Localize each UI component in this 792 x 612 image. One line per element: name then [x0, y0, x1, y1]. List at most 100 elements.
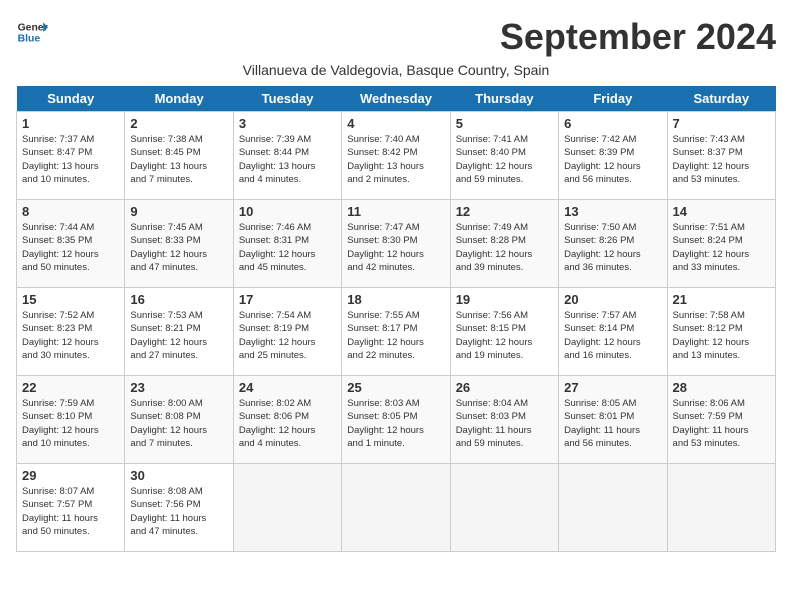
day-info: Sunrise: 8:07 AM Sunset: 7:57 PM Dayligh… [22, 485, 119, 538]
calendar-day: 18 Sunrise: 7:55 AM Sunset: 8:17 PM Dayli… [342, 288, 450, 376]
day-info: Sunrise: 8:08 AM Sunset: 7:56 PM Dayligh… [130, 485, 227, 538]
day-info: Sunrise: 7:50 AM Sunset: 8:26 PM Dayligh… [564, 221, 661, 274]
calendar-day [233, 464, 341, 552]
day-number: 25 [347, 380, 444, 395]
calendar-day: 22 Sunrise: 7:59 AM Sunset: 8:10 PM Dayli… [17, 376, 125, 464]
calendar-day: 12Sunrise: 7:49 AM Sunset: 8:28 PM Dayli… [450, 200, 558, 288]
calendar-day: 3 Sunrise: 7:39 AM Sunset: 8:44 PM Daylig… [233, 112, 341, 200]
header-friday: Friday [559, 86, 667, 112]
calendar-day: 27 Sunrise: 8:05 AM Sunset: 8:01 PM Dayli… [559, 376, 667, 464]
calendar-day: 8Sunrise: 7:44 AM Sunset: 8:35 PM Daylig… [17, 200, 125, 288]
calendar-day: 4Sunrise: 7:40 AM Sunset: 8:42 PM Daylig… [342, 112, 450, 200]
calendar-day: 20 Sunrise: 7:57 AM Sunset: 8:14 PM Dayli… [559, 288, 667, 376]
day-info: Sunrise: 7:41 AM Sunset: 8:40 PM Dayligh… [456, 133, 553, 186]
day-info: Sunrise: 7:55 AM Sunset: 8:17 PM Dayligh… [347, 309, 444, 362]
header: General Blue September 2024 [16, 16, 776, 58]
day-info: Sunrise: 8:06 AM Sunset: 7:59 PM Dayligh… [673, 397, 770, 450]
calendar-week-4: 22 Sunrise: 7:59 AM Sunset: 8:10 PM Dayli… [17, 376, 776, 464]
calendar-day: 7Sunrise: 7:43 AM Sunset: 8:37 PM Daylig… [667, 112, 775, 200]
day-info: Sunrise: 8:04 AM Sunset: 8:03 PM Dayligh… [456, 397, 553, 450]
day-info: Sunrise: 7:40 AM Sunset: 8:42 PM Dayligh… [347, 133, 444, 186]
calendar-day: 14 Sunrise: 7:51 AM Sunset: 8:24 PM Dayli… [667, 200, 775, 288]
day-number: 30 [130, 468, 227, 483]
svg-text:Blue: Blue [18, 34, 41, 45]
header-saturday: Saturday [667, 86, 775, 112]
month-title: September 2024 [500, 16, 776, 58]
day-info: Sunrise: 7:49 AM Sunset: 8:28 PM Dayligh… [456, 221, 553, 274]
day-number: 21 [673, 292, 770, 307]
logo-icon: General Blue [16, 16, 48, 48]
header-thursday: Thursday [450, 86, 558, 112]
day-number: 2 [130, 116, 227, 131]
day-number: 13 [564, 204, 661, 219]
day-info: Sunrise: 7:59 AM Sunset: 8:10 PM Dayligh… [22, 397, 119, 450]
logo: General Blue [16, 16, 48, 48]
calendar-table: Sunday Monday Tuesday Wednesday Thursday… [16, 86, 776, 552]
day-info: Sunrise: 7:52 AM Sunset: 8:23 PM Dayligh… [22, 309, 119, 362]
calendar-day: 17 Sunrise: 7:54 AM Sunset: 8:19 PM Dayli… [233, 288, 341, 376]
day-number: 28 [673, 380, 770, 395]
calendar-day: 9Sunrise: 7:45 AM Sunset: 8:33 PM Daylig… [125, 200, 233, 288]
day-number: 18 [347, 292, 444, 307]
day-number: 24 [239, 380, 336, 395]
calendar-day: 25 Sunrise: 8:03 AM Sunset: 8:05 PM Dayli… [342, 376, 450, 464]
calendar-day: 30 Sunrise: 8:08 AM Sunset: 7:56 PM Dayli… [125, 464, 233, 552]
day-info: Sunrise: 8:02 AM Sunset: 8:06 PM Dayligh… [239, 397, 336, 450]
calendar-day: 21 Sunrise: 7:58 AM Sunset: 8:12 PM Dayli… [667, 288, 775, 376]
day-number: 3 [239, 116, 336, 131]
day-number: 19 [456, 292, 553, 307]
day-number: 17 [239, 292, 336, 307]
day-number: 26 [456, 380, 553, 395]
day-number: 8 [22, 204, 119, 219]
day-info: Sunrise: 8:03 AM Sunset: 8:05 PM Dayligh… [347, 397, 444, 450]
calendar-week-1: 1 Sunrise: 7:37 AM Sunset: 8:47 PM Daylig… [17, 112, 776, 200]
day-number: 20 [564, 292, 661, 307]
page-wrapper: General Blue September 2024 Villanueva d… [16, 16, 776, 552]
calendar-day: 5 Sunrise: 7:41 AM Sunset: 8:40 PM Daylig… [450, 112, 558, 200]
calendar-day: 28 Sunrise: 8:06 AM Sunset: 7:59 PM Dayli… [667, 376, 775, 464]
day-number: 22 [22, 380, 119, 395]
calendar-day: 29 Sunrise: 8:07 AM Sunset: 7:57 PM Dayli… [17, 464, 125, 552]
day-info: Sunrise: 7:37 AM Sunset: 8:47 PM Dayligh… [22, 133, 119, 186]
day-info: Sunrise: 7:51 AM Sunset: 8:24 PM Dayligh… [673, 221, 770, 274]
calendar-day: 16Sunrise: 7:53 AM Sunset: 8:21 PM Dayli… [125, 288, 233, 376]
calendar-day: 2 Sunrise: 7:38 AM Sunset: 8:45 PM Daylig… [125, 112, 233, 200]
calendar-day: 19 Sunrise: 7:56 AM Sunset: 8:15 PM Dayli… [450, 288, 558, 376]
calendar-day: 24 Sunrise: 8:02 AM Sunset: 8:06 PM Dayli… [233, 376, 341, 464]
day-number: 15 [22, 292, 119, 307]
calendar-day [667, 464, 775, 552]
day-info: Sunrise: 7:56 AM Sunset: 8:15 PM Dayligh… [456, 309, 553, 362]
calendar-day: 11Sunrise: 7:47 AM Sunset: 8:30 PM Dayli… [342, 200, 450, 288]
day-number: 23 [130, 380, 227, 395]
subtitle: Villanueva de Valdegovia, Basque Country… [16, 62, 776, 78]
day-info: Sunrise: 7:39 AM Sunset: 8:44 PM Dayligh… [239, 133, 336, 186]
day-info: Sunrise: 7:47 AM Sunset: 8:30 PM Dayligh… [347, 221, 444, 274]
day-info: Sunrise: 7:42 AM Sunset: 8:39 PM Dayligh… [564, 133, 661, 186]
calendar-week-3: 15 Sunrise: 7:52 AM Sunset: 8:23 PM Dayli… [17, 288, 776, 376]
day-number: 14 [673, 204, 770, 219]
day-number: 6 [564, 116, 661, 131]
day-info: Sunrise: 8:05 AM Sunset: 8:01 PM Dayligh… [564, 397, 661, 450]
header-tuesday: Tuesday [233, 86, 341, 112]
day-info: Sunrise: 7:58 AM Sunset: 8:12 PM Dayligh… [673, 309, 770, 362]
calendar-day: 23 Sunrise: 8:00 AM Sunset: 8:08 PM Dayli… [125, 376, 233, 464]
day-number: 27 [564, 380, 661, 395]
day-info: Sunrise: 7:38 AM Sunset: 8:45 PM Dayligh… [130, 133, 227, 186]
header-wednesday: Wednesday [342, 86, 450, 112]
day-info: Sunrise: 7:57 AM Sunset: 8:14 PM Dayligh… [564, 309, 661, 362]
day-number: 29 [22, 468, 119, 483]
day-info: Sunrise: 7:54 AM Sunset: 8:19 PM Dayligh… [239, 309, 336, 362]
calendar-day: 13 Sunrise: 7:50 AM Sunset: 8:26 PM Dayli… [559, 200, 667, 288]
day-info: Sunrise: 7:53 AM Sunset: 8:21 PM Dayligh… [130, 309, 227, 362]
day-number: 1 [22, 116, 119, 131]
day-number: 9 [130, 204, 227, 219]
calendar-day [450, 464, 558, 552]
day-number: 5 [456, 116, 553, 131]
calendar-day: 10Sunrise: 7:46 AM Sunset: 8:31 PM Dayli… [233, 200, 341, 288]
calendar-day: 26 Sunrise: 8:04 AM Sunset: 8:03 PM Dayli… [450, 376, 558, 464]
calendar-week-5: 29 Sunrise: 8:07 AM Sunset: 7:57 PM Dayli… [17, 464, 776, 552]
header-monday: Monday [125, 86, 233, 112]
day-info: Sunrise: 8:00 AM Sunset: 8:08 PM Dayligh… [130, 397, 227, 450]
calendar-day: 6 Sunrise: 7:42 AM Sunset: 8:39 PM Daylig… [559, 112, 667, 200]
calendar-header-row: Sunday Monday Tuesday Wednesday Thursday… [17, 86, 776, 112]
